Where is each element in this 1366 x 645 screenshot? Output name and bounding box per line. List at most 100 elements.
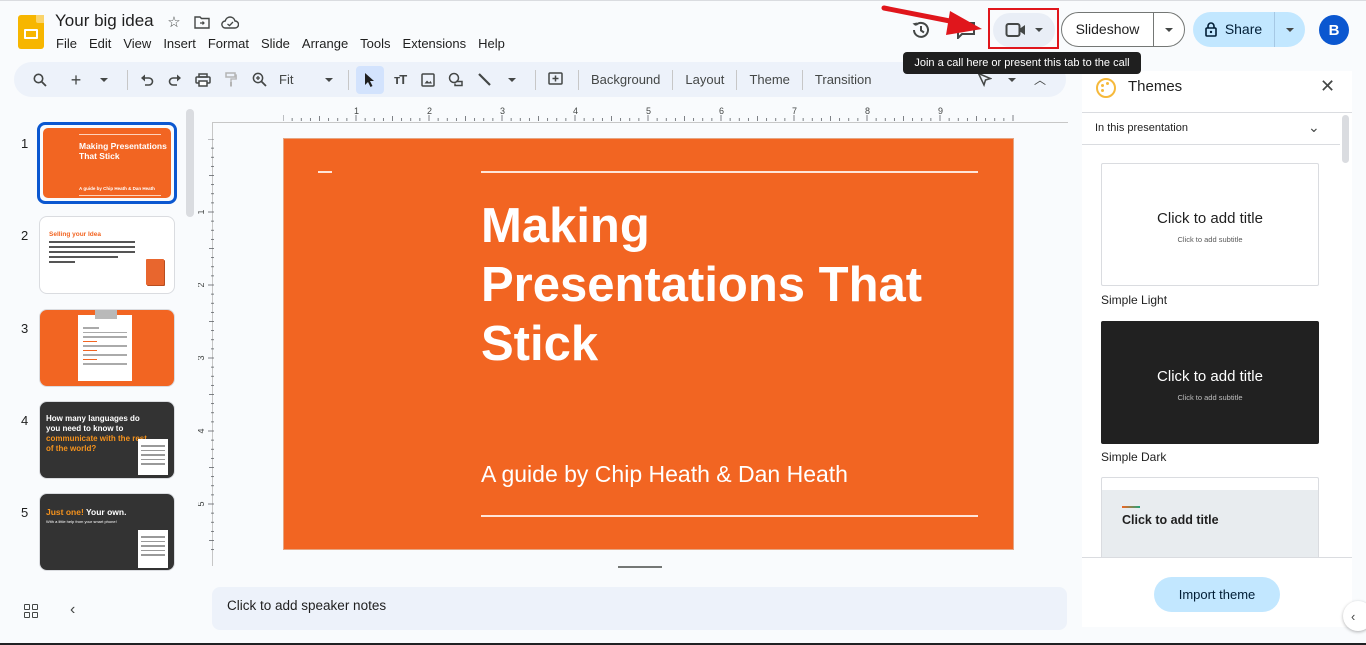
zoom-value: Fit — [279, 72, 294, 87]
ruler-label: 6 — [719, 106, 724, 116]
document-title[interactable]: Your big idea — [55, 11, 154, 31]
ruler-label: 1 — [354, 106, 359, 116]
meet-dropdown-caret[interactable] — [1035, 28, 1043, 32]
line-dropdown[interactable] — [500, 66, 524, 94]
side-panel-toggle[interactable]: ‹ — [1343, 601, 1366, 631]
filmstrip-scrollbar[interactable] — [186, 109, 194, 217]
menu-tools[interactable]: Tools — [354, 35, 396, 53]
grid-view-button[interactable] — [24, 604, 40, 618]
speaker-notes[interactable]: Click to add speaker notes — [212, 587, 1067, 630]
menu-help[interactable]: Help — [472, 35, 511, 53]
account-avatar[interactable]: B — [1319, 15, 1349, 45]
menu-format[interactable]: Format — [202, 35, 255, 53]
slides-logo-icon[interactable] — [18, 15, 44, 49]
theme-simple-dark[interactable]: Click to add title Click to add subtitle — [1101, 321, 1319, 444]
comments-button[interactable] — [948, 12, 984, 48]
slide-thumbnail[interactable]: How many languages do you need to know t… — [39, 401, 175, 479]
notes-resize-handle[interactable] — [618, 566, 662, 568]
share-dropdown[interactable] — [1275, 27, 1305, 32]
comments-icon — [957, 22, 975, 39]
menu-slide[interactable]: Slide — [255, 35, 296, 53]
filmstrip-slide-1[interactable]: 1 Making Presentations That Stick A guid… — [0, 122, 190, 204]
insert-image-button[interactable] — [416, 66, 440, 94]
shape-icon — [448, 72, 463, 87]
add-comment-button[interactable] — [543, 66, 567, 94]
import-theme-button[interactable]: Import theme — [1154, 577, 1280, 612]
ruler-label: 4 — [573, 106, 578, 116]
version-history-button[interactable] — [903, 12, 939, 48]
print-button[interactable] — [191, 66, 215, 94]
toolbar-divider — [127, 69, 128, 90]
slideshow-label[interactable]: Slideshow — [1062, 13, 1154, 46]
slide-filmstrip: 1 Making Presentations That Stick A guid… — [0, 111, 196, 571]
theme-button[interactable]: Theme — [744, 72, 794, 87]
slide-subtitle[interactable]: A guide by Chip Heath & Dan Heath — [481, 461, 848, 488]
search-menus-button[interactable] — [28, 66, 52, 94]
theme-streamline[interactable]: Click to add title — [1101, 477, 1319, 559]
image-icon — [421, 72, 435, 87]
transition-button[interactable]: Transition — [810, 72, 877, 87]
background-button[interactable]: Background — [586, 72, 665, 87]
line-button[interactable] — [472, 66, 496, 94]
slideshow-dropdown[interactable] — [1154, 27, 1184, 32]
filmstrip-slide-5[interactable]: 5 Just one! Your own. With a little help… — [0, 493, 190, 573]
star-icon[interactable]: ☆ — [165, 13, 183, 31]
paint-format-button[interactable] — [219, 66, 243, 94]
new-slide-button[interactable]: + — [64, 66, 88, 94]
slide-thumbnail[interactable]: Just one! Your own. With a little help f… — [39, 493, 175, 571]
theme-source-dropdown[interactable]: In this presentation ⌄ — [1082, 113, 1340, 145]
slide-thumbnail[interactable]: Selling your Idea — [39, 216, 175, 294]
current-slide[interactable]: Making Presentations That Stick A guide … — [284, 139, 1013, 549]
text-box-icon: ᴛT — [393, 72, 407, 87]
search-icon — [33, 73, 47, 87]
themes-scrollbar[interactable] — [1342, 115, 1349, 163]
slide-thumbnail[interactable] — [39, 309, 175, 387]
video-camera-icon — [1005, 23, 1025, 37]
slide-thumbnail[interactable]: Making Presentations That Stick A guide … — [37, 122, 177, 204]
vertical-ruler[interactable]: 1 2 3 4 5 — [198, 139, 214, 551]
zoom-select[interactable]: Fit — [275, 66, 337, 94]
filmstrip-slide-4[interactable]: 4 How many languages do you need to know… — [0, 401, 190, 481]
slide-bottom-rule — [481, 515, 978, 517]
select-tool-button[interactable] — [356, 65, 384, 94]
zoom-in-icon — [252, 72, 267, 87]
undo-button[interactable] — [135, 66, 159, 94]
close-icon[interactable]: ✕ — [1320, 76, 1335, 97]
ruler-label: 3 — [500, 106, 505, 116]
book-image — [146, 259, 164, 285]
redo-button[interactable] — [163, 66, 187, 94]
menu-arrange[interactable]: Arrange — [296, 35, 354, 53]
shape-button[interactable] — [444, 66, 468, 94]
theme-simple-light[interactable]: Click to add title Click to add subtitle — [1101, 163, 1319, 286]
chevron-left-icon: ‹ — [1351, 608, 1356, 624]
filmstrip-slide-2[interactable]: 2 Selling your Idea — [0, 216, 190, 296]
filmstrip-slide-3[interactable]: 3 — [0, 309, 190, 389]
redo-icon — [168, 74, 181, 86]
text-box-button[interactable]: ᴛT — [388, 66, 412, 94]
move-to-folder-icon[interactable] — [193, 13, 211, 31]
ruler-label: 5 — [198, 501, 206, 506]
meet-button[interactable] — [993, 13, 1055, 47]
zoom-button[interactable] — [247, 66, 271, 94]
menu-insert[interactable]: Insert — [157, 35, 202, 53]
menu-edit[interactable]: Edit — [83, 35, 117, 53]
menu-view[interactable]: View — [117, 35, 157, 53]
chevron-left-icon: ‹ — [70, 601, 76, 618]
version-history-icon — [912, 21, 929, 38]
share-button[interactable]: Share — [1193, 12, 1305, 47]
ruler-label: 9 — [938, 106, 943, 116]
pen-cursor-icon — [976, 72, 992, 87]
horizontal-ruler[interactable]: 1 2 3 4 5 6 7 8 9 — [283, 105, 1015, 121]
slide-title[interactable]: Making Presentations That Stick — [481, 197, 961, 374]
menu-file[interactable]: File — [50, 35, 83, 53]
slideshow-button[interactable]: Slideshow — [1061, 12, 1185, 47]
theme-name: Simple Dark — [1101, 450, 1167, 464]
new-slide-layout-dropdown[interactable] — [92, 66, 116, 94]
collapse-filmstrip-button[interactable]: ‹ — [70, 601, 75, 619]
toolbar-divider — [801, 69, 803, 90]
cloud-saved-icon[interactable] — [221, 13, 239, 31]
undo-icon — [141, 74, 154, 86]
menu-extensions[interactable]: Extensions — [397, 35, 473, 53]
layout-button[interactable]: Layout — [680, 72, 729, 87]
chevron-down-icon: ⌄ — [1308, 119, 1320, 135]
